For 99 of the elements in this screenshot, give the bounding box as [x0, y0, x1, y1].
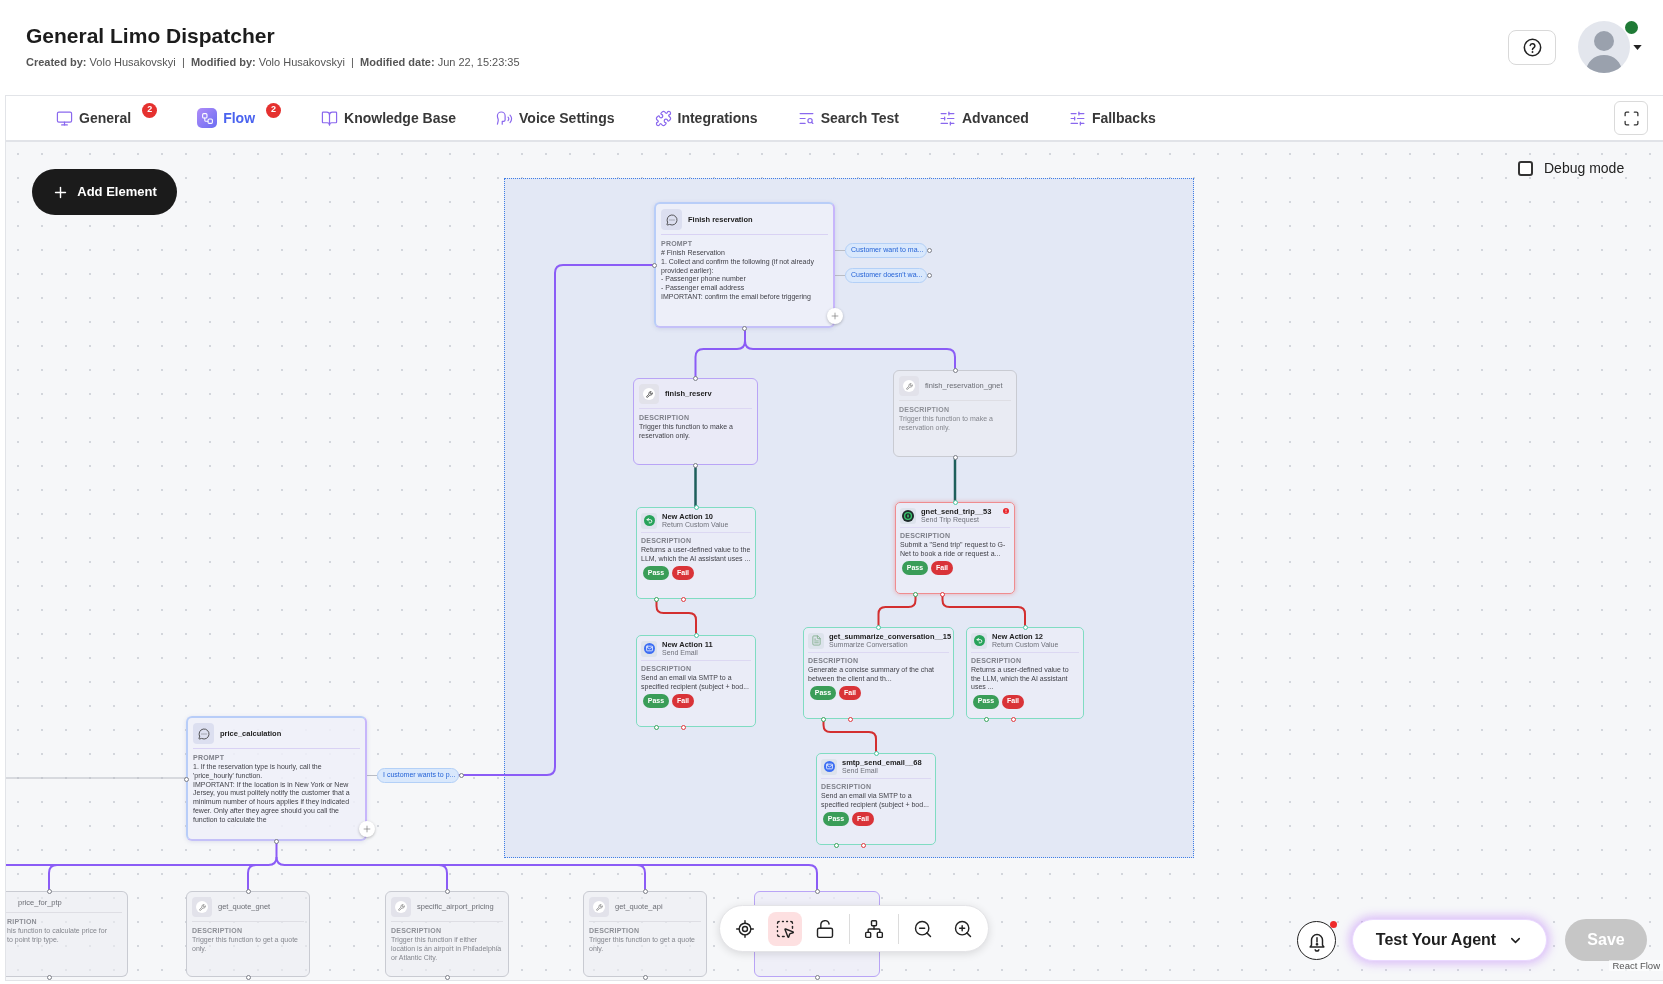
- port-handle[interactable]: [245, 888, 251, 894]
- port-handle[interactable]: [654, 724, 659, 730]
- port-handle[interactable]: [46, 974, 52, 980]
- add-node-button[interactable]: [359, 821, 375, 837]
- speaking-person-icon: [496, 109, 514, 127]
- port-handle[interactable]: [654, 596, 659, 602]
- wrench-icon: [192, 897, 212, 917]
- count-badge: 2: [266, 102, 282, 118]
- hierarchy-icon: [864, 918, 884, 939]
- port-handle[interactable]: [848, 716, 853, 722]
- count-badge: 2: [142, 102, 158, 118]
- test-agent-button[interactable]: Test Your Agent: [1352, 919, 1547, 961]
- port-handle[interactable]: [952, 454, 958, 460]
- envelope-icon: [821, 758, 837, 775]
- undo-arrow-icon: [641, 512, 657, 529]
- port-handle[interactable]: [984, 716, 989, 722]
- tab[interactable]: Knowledge Base: [321, 96, 457, 140]
- fullscreen-button[interactable]: [1614, 101, 1648, 135]
- port-handle[interactable]: [693, 375, 698, 381]
- toolbar-button[interactable]: [768, 911, 802, 946]
- connector-line: [953, 457, 957, 502]
- caret-icon[interactable]: [1633, 44, 1642, 50]
- connector-line: [694, 465, 697, 507]
- port-handle[interactable]: [642, 974, 648, 980]
- puzzle-icon: [654, 109, 672, 127]
- port-handle[interactable]: [651, 262, 657, 268]
- chat-bubble-icon: [661, 209, 682, 230]
- port-handle[interactable]: [444, 888, 450, 894]
- port-handle[interactable]: [458, 773, 464, 778]
- help-icon: [1522, 37, 1542, 57]
- sliders-icon: [1068, 109, 1086, 127]
- checkbox[interactable]: [1518, 161, 1533, 176]
- port-handle[interactable]: [926, 273, 932, 278]
- port-handle[interactable]: [693, 504, 699, 510]
- port-handle[interactable]: [876, 624, 881, 630]
- port-handle[interactable]: [742, 325, 747, 331]
- selection-icon: [775, 918, 795, 939]
- port-handle[interactable]: [861, 842, 866, 848]
- port-handle[interactable]: [681, 724, 686, 730]
- tab[interactable]: Flow 2: [197, 96, 282, 140]
- port-handle[interactable]: [814, 888, 820, 894]
- wrench-icon: [899, 376, 919, 396]
- emblem-icon: [900, 507, 916, 524]
- page-title: General Limo Dispatcher: [26, 23, 276, 49]
- port-handle[interactable]: [1022, 624, 1028, 630]
- chat-bubble-icon: [193, 723, 214, 744]
- wrench-icon: [589, 897, 609, 917]
- envelope-icon: [641, 640, 657, 657]
- port-handle[interactable]: [940, 591, 945, 597]
- port-handle[interactable]: [952, 499, 958, 505]
- port-handle[interactable]: [642, 888, 648, 894]
- port-handle[interactable]: [46, 888, 52, 894]
- undo-arrow-icon: [971, 632, 987, 649]
- port-handle[interactable]: [814, 974, 820, 980]
- port-handle[interactable]: [1011, 716, 1016, 722]
- sliders-icon: [938, 109, 956, 127]
- plus-icon: [362, 824, 372, 834]
- wrench-icon: [639, 384, 659, 404]
- crosshair-icon: [735, 918, 755, 939]
- prompt-node[interactable]: [654, 202, 835, 328]
- port-handle[interactable]: [693, 632, 699, 638]
- connector-line: [366, 775, 378, 776]
- port-handle[interactable]: [913, 591, 918, 597]
- port-handle[interactable]: [444, 974, 450, 980]
- fullscreen-icon: [1622, 109, 1640, 127]
- port-handle[interactable]: [834, 842, 839, 848]
- zoom-out-icon: [913, 918, 933, 939]
- wrench-icon: [391, 897, 411, 917]
- port-handle[interactable]: [926, 248, 932, 253]
- port-handle[interactable]: [245, 974, 251, 980]
- connector-line: [834, 250, 846, 251]
- document-icon: [808, 632, 824, 649]
- attribution-text[interactable]: React Flow: [1609, 960, 1663, 971]
- tab[interactable]: Voice Settings: [496, 96, 615, 140]
- connector-line: [834, 275, 846, 276]
- tab[interactable]: Integrations: [654, 96, 758, 140]
- port-handle[interactable]: [183, 776, 189, 782]
- plus-icon: [830, 311, 840, 321]
- port-handle[interactable]: [274, 838, 279, 844]
- unlock-icon: [815, 918, 835, 939]
- book-icon: [321, 109, 339, 127]
- port-handle[interactable]: [952, 367, 958, 373]
- port-handle[interactable]: [873, 750, 879, 756]
- metadata-line: Created by: Volo Husakovskyi | Modified by: Volo Husakovskyi | Modified date: Jun 22, 15:23:35: [26, 55, 520, 69]
- notifications-button[interactable]: [1297, 921, 1336, 960]
- prompt-node[interactable]: [186, 716, 367, 841]
- port-handle[interactable]: [821, 716, 826, 722]
- checkbox-label: Debug mode: [1544, 159, 1625, 178]
- add-element-button[interactable]: Add Element: [32, 169, 177, 215]
- zoom-in-icon: [953, 918, 973, 939]
- tab[interactable]: Fallbacks: [1068, 96, 1156, 140]
- help-button[interactable]: [1508, 29, 1556, 65]
- flowchart-icon: [197, 108, 218, 128]
- monitor-icon: [56, 109, 73, 127]
- tab[interactable]: General 2: [56, 96, 158, 140]
- port-handle[interactable]: [681, 596, 686, 602]
- port-handle[interactable]: [693, 462, 698, 468]
- tab[interactable]: Advanced: [938, 96, 1029, 140]
- tab[interactable]: Search Test: [797, 96, 899, 140]
